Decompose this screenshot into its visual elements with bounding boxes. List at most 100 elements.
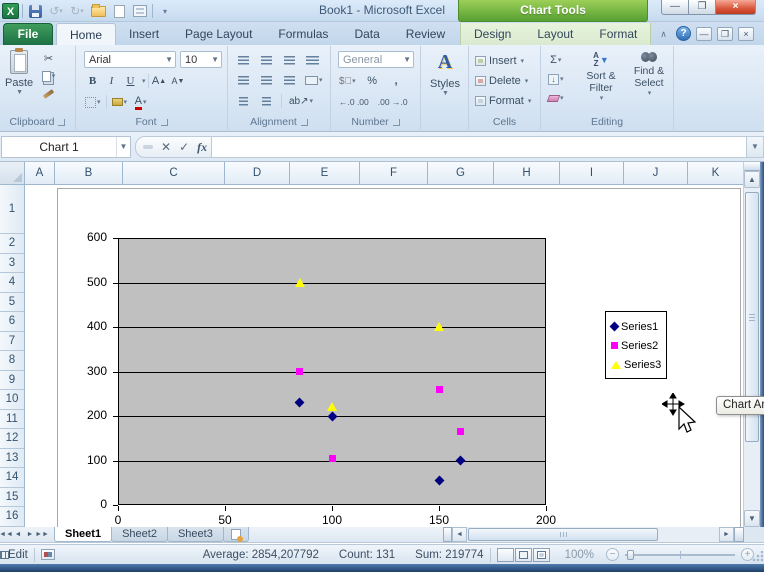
maximize-button[interactable]: ❐: [689, 0, 716, 15]
scroll-left-icon[interactable]: ◄: [452, 527, 467, 542]
insert-function-icon[interactable]: fx: [197, 137, 207, 157]
column-header-I[interactable]: I: [560, 162, 624, 185]
tab-insert[interactable]: Insert: [116, 23, 172, 45]
row-header-4[interactable]: 4: [0, 273, 25, 293]
column-header-J[interactable]: J: [624, 162, 688, 185]
doc-restore-button[interactable]: ❐: [717, 27, 733, 41]
column-header-H[interactable]: H: [494, 162, 560, 185]
data-point-series2[interactable]: [329, 455, 336, 462]
increase-indent-button[interactable]: [258, 93, 275, 109]
column-header-E[interactable]: E: [290, 162, 360, 185]
tab-formulas[interactable]: Formulas: [265, 23, 341, 45]
first-sheet-icon[interactable]: ◄◄: [0, 527, 12, 542]
minimize-button[interactable]: —: [661, 0, 689, 15]
column-header-G[interactable]: G: [428, 162, 494, 185]
zoom-out-icon[interactable]: −: [606, 548, 619, 561]
align-left-button[interactable]: [235, 72, 252, 88]
expand-formula-bar-icon[interactable]: ▼: [747, 136, 764, 158]
row-header-9[interactable]: 9: [0, 371, 25, 391]
collapse-ribbon-icon[interactable]: ∧: [656, 26, 671, 41]
font-size-combo[interactable]: 10▼: [180, 51, 222, 68]
horizontal-scroll-thumb[interactable]: [468, 528, 658, 541]
dialog-launcher-icon[interactable]: [161, 119, 168, 126]
zoom-thumb[interactable]: [627, 550, 634, 560]
row-header-1[interactable]: 1: [0, 185, 25, 234]
select-all-corner[interactable]: [0, 162, 25, 185]
row-header-10[interactable]: 10: [0, 390, 25, 410]
sort-filter-button[interactable]: AZ▼ Sort & Filter ▾: [579, 52, 623, 102]
zoom-slider[interactable]: − +: [606, 548, 754, 561]
legend-item-series1[interactable]: Series1: [611, 317, 666, 336]
comma-style-button[interactable]: ,: [388, 73, 405, 89]
tab-page-layout[interactable]: Page Layout: [172, 23, 265, 45]
bottom-align-button[interactable]: [281, 52, 298, 68]
page-layout-view-button[interactable]: [515, 548, 532, 562]
zoom-track[interactable]: [625, 554, 735, 556]
row-header-13[interactable]: 13: [0, 449, 25, 469]
percent-style-button[interactable]: %: [364, 73, 381, 89]
tab-home[interactable]: Home: [56, 23, 116, 45]
paste-button[interactable]: Paste ▼: [5, 50, 33, 96]
cut-button[interactable]: ✂: [40, 50, 57, 66]
copy-button[interactable]: ▾: [40, 68, 57, 84]
chart-legend[interactable]: Series1Series2Series3: [605, 311, 667, 379]
shrink-font-button[interactable]: A▼: [170, 73, 187, 89]
tab-data[interactable]: Data: [341, 23, 392, 45]
row-header-5[interactable]: 5: [0, 293, 25, 313]
insert-cells-button[interactable]: Insert▾: [471, 52, 531, 69]
scroll-right-icon[interactable]: ►: [719, 527, 734, 542]
dialog-launcher-icon[interactable]: [301, 119, 308, 126]
scroll-up-icon[interactable]: ▲: [744, 171, 760, 188]
underline-button[interactable]: U: [122, 73, 139, 89]
grow-font-button[interactable]: A▲: [151, 73, 168, 89]
tab-layout[interactable]: Layout: [524, 23, 586, 45]
macro-record-icon[interactable]: [41, 549, 55, 560]
row-header-2[interactable]: 2: [0, 234, 25, 254]
row-header-14[interactable]: 14: [0, 468, 25, 488]
styles-button[interactable]: A Styles ▼: [425, 51, 465, 97]
chart-object[interactable]: Series1Series2Series3 010020030040050060…: [57, 188, 741, 527]
legend-item-series2[interactable]: Series2: [611, 336, 666, 355]
insert-worksheet-tab[interactable]: [223, 527, 249, 542]
align-center-button[interactable]: [258, 72, 275, 88]
find-select-button[interactable]: Find & Select ▾: [627, 52, 671, 97]
data-point-series3[interactable]: [295, 278, 305, 287]
row-header-11[interactable]: 11: [0, 410, 25, 430]
autosum-button[interactable]: Σ▾: [547, 52, 565, 68]
scroll-down-icon[interactable]: ▼: [744, 510, 760, 527]
last-sheet-icon[interactable]: ►►: [36, 527, 48, 542]
format-painter-button[interactable]: [40, 86, 57, 102]
legend-item-series3[interactable]: Series3: [611, 355, 666, 374]
row-header-7[interactable]: 7: [0, 332, 25, 352]
font-name-combo[interactable]: Arial▼: [84, 51, 176, 68]
number-format-combo[interactable]: General▼: [338, 51, 414, 68]
page-break-view-button[interactable]: [533, 548, 550, 562]
row-header-16[interactable]: 16: [0, 507, 25, 527]
borders-button[interactable]: ▾: [84, 94, 102, 110]
italic-button[interactable]: I: [103, 73, 120, 89]
sheet-tab-sheet1[interactable]: Sheet1: [54, 527, 112, 542]
data-point-series3[interactable]: [434, 322, 444, 331]
column-header-D[interactable]: D: [225, 162, 290, 185]
doc-close-button[interactable]: ×: [738, 27, 754, 41]
dialog-launcher-icon[interactable]: [393, 119, 400, 126]
file-tab[interactable]: File: [3, 23, 53, 45]
fill-button[interactable]: ↓▾: [547, 71, 565, 87]
row-header-8[interactable]: 8: [0, 351, 25, 371]
column-header-B[interactable]: B: [55, 162, 123, 185]
orientation-button[interactable]: ab↗▾: [288, 93, 314, 109]
close-button[interactable]: ×: [716, 0, 756, 15]
sheet-tab-sheet2[interactable]: Sheet2: [111, 527, 168, 542]
wrap-text-button[interactable]: [304, 52, 321, 68]
delete-cells-button[interactable]: Delete▾: [471, 72, 531, 89]
enter-check-icon[interactable]: ✓: [179, 137, 189, 157]
align-right-button[interactable]: [281, 72, 298, 88]
cancel-icon[interactable]: ✕: [161, 137, 171, 157]
decrease-indent-button[interactable]: [235, 93, 252, 109]
merge-center-button[interactable]: ▾: [304, 72, 324, 88]
column-header-A[interactable]: A: [25, 162, 55, 185]
vertical-split-handle[interactable]: [744, 162, 760, 171]
top-align-button[interactable]: [235, 52, 252, 68]
horizontal-split-handle[interactable]: [734, 527, 744, 542]
decrease-decimal-button[interactable]: .00 →.0: [377, 94, 409, 110]
